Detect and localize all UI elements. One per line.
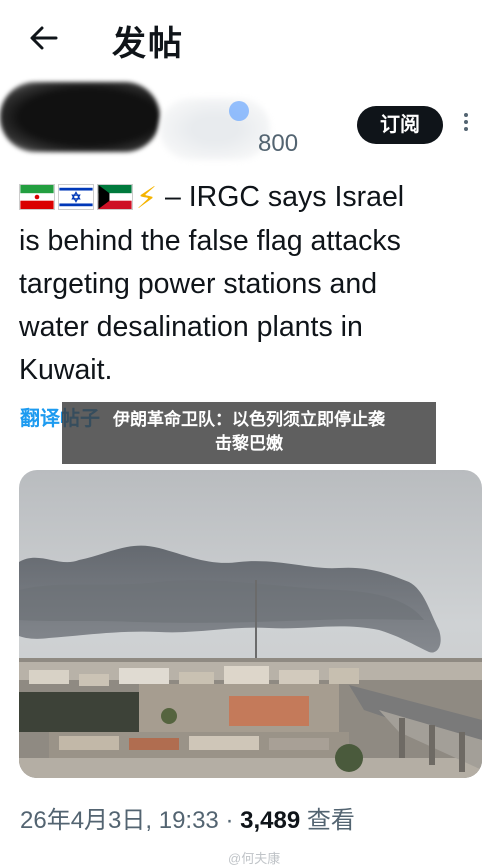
iran-flag-icon [19, 184, 55, 210]
tweet-line-3: targeting power stations and [19, 268, 378, 300]
caption-line-2: 击黎巴嫩 [215, 434, 283, 453]
tweet-line-2: is behind the false flag attacks [19, 225, 401, 257]
user-handle[interactable]: 800 [258, 130, 298, 158]
avatar-redacted[interactable] [0, 82, 160, 152]
watermark: @何夫康 [228, 851, 281, 866]
post-datetime[interactable]: 26年4月3日, 19:33 [20, 807, 219, 834]
kuwait-flag-icon [97, 184, 133, 210]
verified-badge-icon [229, 101, 249, 121]
more-options-icon[interactable] [458, 110, 474, 138]
views-label: 查看 [300, 807, 355, 834]
back-arrow-icon[interactable] [28, 22, 60, 54]
tweet-line-5: Kuwait. [19, 354, 113, 386]
israel-flag-icon [58, 184, 94, 210]
post-meta: 26年4月3日, 19:33 · 3,489 查看 [20, 800, 355, 835]
news-caption-overlay: 伊朗革命卫队：以色列须立即停止袭 击黎巴嫩 [62, 402, 436, 464]
meta-separator: · [218, 807, 241, 834]
display-name-redacted[interactable] [160, 98, 270, 160]
tweet-first-line: ⚡ – IRGC says Israel [19, 176, 489, 220]
top-bar: 发帖 [0, 0, 500, 78]
subscribe-button[interactable]: 订阅 [357, 106, 443, 144]
tweet-text-prefix: – IRGC says Israel [157, 181, 405, 213]
tweet-text: ⚡ – IRGC says Israel is behind the false… [19, 176, 489, 392]
views-count: 3,489 [240, 807, 301, 834]
page-title: 发帖 [112, 25, 184, 63]
caption-line-1: 伊朗革命卫队：以色列须立即停止袭 [113, 410, 385, 429]
lightning-emoji-icon: ⚡ [136, 182, 158, 215]
tweet-photo[interactable] [19, 470, 482, 778]
tweet-line-4: water desalination plants in [19, 311, 363, 343]
